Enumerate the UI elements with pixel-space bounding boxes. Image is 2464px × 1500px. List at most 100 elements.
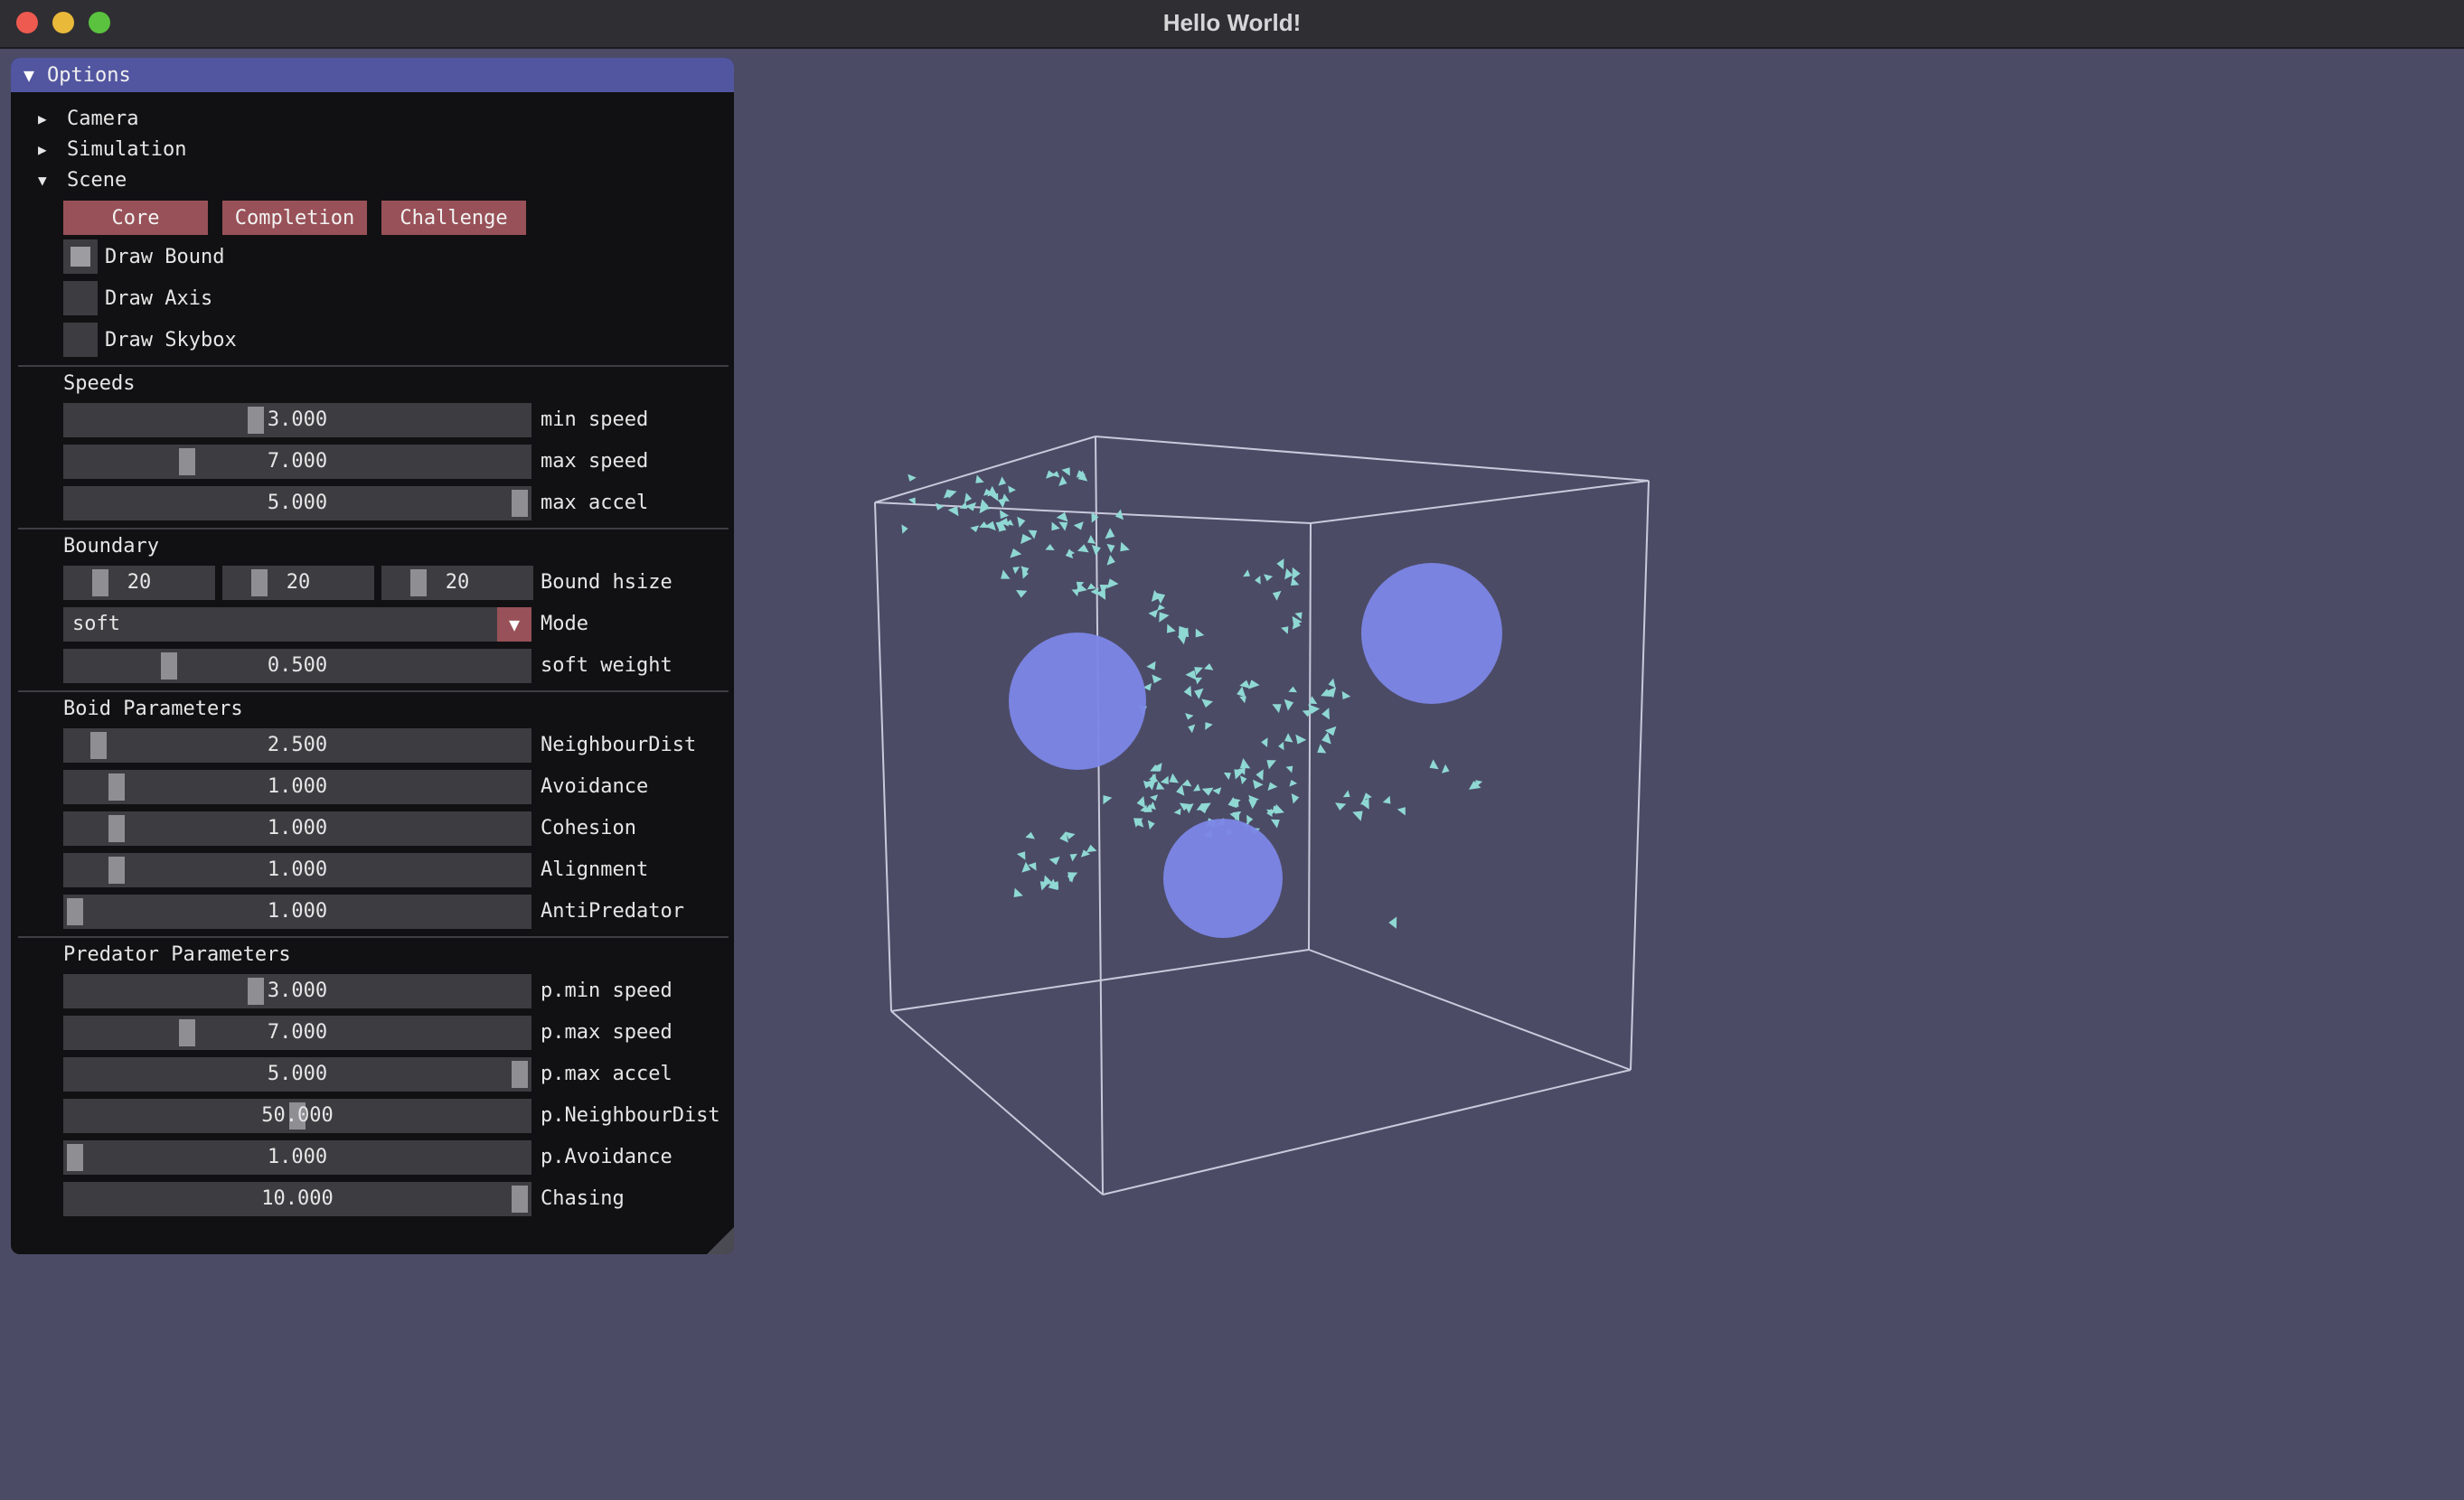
boid-parameters-heading: Boid Parameters (63, 698, 243, 720)
app-window: Hello World! ▼ Options ▶ Camera ▶ Simula… (0, 0, 2464, 1500)
boid (1185, 670, 1197, 680)
max-speed-slider[interactable]: 7.000 (63, 445, 531, 479)
p-avoidance-value: 1.000 (267, 1146, 328, 1168)
boid (1195, 628, 1205, 638)
alignment-label: Alignment (541, 858, 649, 881)
expand-arrow-icon: ▶ (38, 140, 47, 158)
boid (1194, 688, 1204, 699)
boid (1264, 574, 1274, 582)
min-speed-slider[interactable]: 3.000 (63, 403, 531, 437)
boid (1002, 493, 1010, 502)
boid (1087, 535, 1096, 544)
boid (1058, 475, 1067, 486)
boid (1105, 528, 1115, 539)
boid (1120, 541, 1130, 552)
separator (18, 936, 729, 938)
predator-sphere (1009, 633, 1146, 770)
bound-edge (1308, 522, 1312, 951)
p-max-speed-label: p.max speed (541, 1021, 672, 1044)
bound-hsize-x-slider[interactable]: 20 (63, 566, 215, 600)
boid (970, 525, 980, 532)
boid (1272, 590, 1282, 601)
boid (1255, 576, 1261, 585)
p-min-speed-label: p.min speed (541, 980, 672, 1002)
mode-combo[interactable]: soft ▼ (63, 607, 531, 642)
p-min-speed-slider[interactable]: 3.000 (63, 974, 531, 1008)
resize-grip-icon[interactable] (707, 1227, 734, 1254)
boid (1016, 851, 1026, 860)
checkbox-box[interactable] (63, 323, 98, 357)
boid (1136, 796, 1146, 809)
predator-spheres (1009, 563, 1502, 938)
boid (1051, 471, 1060, 478)
boid (1043, 875, 1054, 886)
boid (1243, 569, 1250, 577)
p-avoidance-slider[interactable]: 1.000 (63, 1140, 531, 1175)
boid (1246, 814, 1254, 825)
scene-challenge-button[interactable]: Challenge (381, 201, 526, 235)
mode-label: Mode (541, 613, 588, 635)
chasing-slider[interactable]: 10.000 (63, 1182, 531, 1216)
boid (1289, 780, 1298, 787)
boid (1271, 819, 1280, 829)
anti-predator-slider[interactable]: 1.000 (63, 895, 531, 929)
min-speed-label: min speed (541, 408, 649, 431)
bound-edge (1310, 480, 1650, 524)
boid (1169, 773, 1179, 783)
boid (1335, 802, 1347, 811)
boid (1276, 558, 1284, 570)
p-max-speed-slider[interactable]: 7.000 (63, 1016, 531, 1050)
boid (1061, 467, 1070, 476)
boid (908, 473, 917, 482)
boid (1193, 783, 1201, 792)
bound-edge (1630, 480, 1650, 1071)
boid (1285, 765, 1293, 773)
checkbox-check-mark (71, 247, 90, 267)
boid (1020, 533, 1032, 545)
bound-hsize-z-slider[interactable]: 20 (381, 566, 533, 600)
p-neighbour-dist-label: p.NeighbourDist (541, 1104, 720, 1127)
options-header[interactable]: ▼ Options (11, 58, 734, 92)
boid (1253, 779, 1264, 790)
boid (1291, 577, 1300, 586)
options-panel: ▼ Options ▶ Camera ▶ Simulation ▼ Scene … (11, 58, 734, 1254)
predator-sphere (1163, 819, 1283, 938)
scene-completion-button[interactable]: Completion (222, 201, 367, 235)
checkbox-box[interactable] (63, 281, 98, 315)
tree-node-scene[interactable]: ▼ Scene (38, 162, 127, 198)
alignment-slider[interactable]: 1.000 (63, 853, 531, 887)
tree-label-scene: Scene (67, 168, 127, 192)
bound-edge (1308, 949, 1632, 1071)
soft-weight-slider[interactable]: 0.500 (63, 649, 531, 683)
scene-core-button[interactable]: Core (63, 201, 208, 235)
boid (1106, 543, 1115, 553)
draw-axis-checkbox[interactable]: Draw Axis (63, 280, 212, 316)
soft-weight-label: soft weight (541, 654, 672, 677)
cohesion-value: 1.000 (267, 817, 328, 839)
neighbour-dist-value: 2.500 (267, 734, 328, 756)
avoidance-slider[interactable]: 1.000 (63, 770, 531, 804)
chevron-down-icon[interactable]: ▼ (497, 607, 531, 642)
boid (1106, 578, 1119, 589)
boid (1051, 521, 1060, 531)
boid (1284, 698, 1294, 711)
bound-hsize-y-slider[interactable]: 20 (222, 566, 374, 600)
checkbox-box[interactable] (63, 239, 98, 274)
boid (1025, 831, 1035, 839)
cohesion-slider[interactable]: 1.000 (63, 811, 531, 846)
boid (1071, 589, 1079, 597)
boid (1150, 794, 1159, 802)
p-neighbour-dist-slider[interactable]: 50.000 (63, 1099, 531, 1133)
predator-parameters-heading: Predator Parameters (63, 943, 291, 966)
draw-bound-checkbox[interactable]: Draw Bound (63, 239, 224, 275)
boid (1147, 820, 1155, 830)
draw-skybox-checkbox[interactable]: Draw Skybox (63, 322, 237, 358)
max-accel-slider[interactable]: 5.000 (63, 486, 531, 520)
p-max-accel-slider[interactable]: 5.000 (63, 1057, 531, 1092)
expand-arrow-icon: ▶ (38, 109, 47, 127)
draw-bound-label: Draw Bound (105, 245, 225, 268)
boid (1302, 709, 1312, 717)
boid (1295, 734, 1307, 745)
neighbour-dist-slider[interactable]: 2.500 (63, 728, 531, 763)
avoidance-value: 1.000 (267, 775, 328, 798)
